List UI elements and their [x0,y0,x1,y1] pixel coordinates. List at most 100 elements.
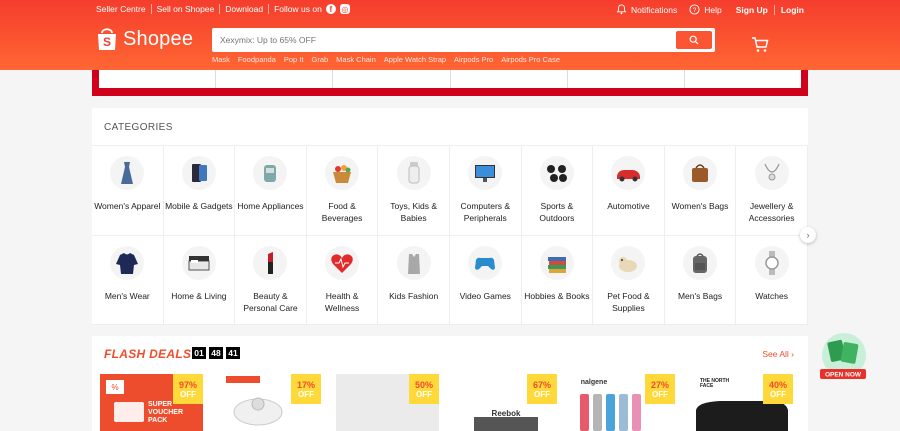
keyword-link[interactable]: Airpods Pro [454,55,493,64]
category-label: Men's Wear [104,291,150,301]
search-input[interactable] [212,28,672,52]
backpack-icon [683,246,718,280]
category-item[interactable]: Automotive [593,146,665,236]
sign-up-link[interactable]: Sign Up [736,5,768,15]
category-item[interactable]: Home & Living [163,236,236,325]
category-item[interactable]: Hobbies & Books [521,236,594,325]
flash-deal-item[interactable]: THE NORTH FACE 40% OFF [690,374,793,431]
discount-badge: 40% OFF [763,374,793,404]
categories-next-button[interactable]: › [800,227,816,243]
category-label: Women's Bags [671,201,729,211]
top-bar: Seller Centre Sell on Shopee Download Fo… [0,0,900,18]
category-item[interactable]: Computers & Peripherals [449,146,522,236]
flash-deal-item[interactable]: 50% OFF [336,374,439,431]
discount-badge: 27% OFF [645,374,675,404]
monitor-icon [468,156,503,190]
keyword-link[interactable]: Airpods Pro Case [501,55,560,64]
flash-deals-list: % SUPER VOUCHER PACK 97% OFF 17% OFF 50% OF… [100,374,808,431]
category-label: Watches [755,291,789,301]
login-link[interactable]: Login [781,5,804,15]
category-label: Pet Food & Supplies [607,291,650,313]
shopee-bag-icon: S [98,28,116,50]
category-label: Sports & Outdoors [539,201,575,223]
sweater-icon [110,246,145,280]
keyword-link[interactable]: Mask [212,55,230,64]
baby-bottle-icon [396,156,431,190]
category-item[interactable]: Mobile & Gadgets [163,146,236,236]
keyword-link[interactable]: Apple Watch Strap [384,55,446,64]
category-item[interactable]: Food & Beverages [306,146,379,236]
svg-text:VOUCHER: VOUCHER [148,409,183,416]
banner-cell [216,70,334,88]
countdown-timer: 01 48 41 [192,347,243,359]
category-item[interactable]: Beauty & Personal Care [235,236,307,325]
category-item[interactable]: Kids Fashion [378,236,450,325]
bell-icon [616,4,627,15]
seller-centre-link[interactable]: Seller Centre [96,4,146,14]
promo-banner[interactable] [92,70,808,96]
category-item[interactable]: Pet Food & Supplies [593,236,665,325]
category-label: Hobbies & Books [524,291,590,301]
shopee-logo[interactable]: S Shopee [96,26,193,52]
category-item[interactable]: Toys, Kids & Babies [378,146,450,236]
category-item[interactable]: Women's Bags [664,146,737,236]
category-label: Computers & Peripherals [460,201,511,223]
categories-title: CATEGORIES [104,122,173,133]
category-item[interactable]: Men's Bags [664,236,737,325]
open-app-floating-button[interactable]: OPEN NOW [820,333,868,381]
flash-deals-title: FLASH DEALS [104,347,192,361]
category-item[interactable]: Health & Wellness [306,236,379,325]
heart-icon [325,246,360,280]
category-item[interactable]: Women's Apparel [92,146,164,236]
keyword-link[interactable]: Mask Chain [336,55,376,64]
search-bar [212,28,715,52]
keyword-link[interactable]: Pop It [284,55,304,64]
flash-deal-item[interactable]: Reebok 67% OFF [454,374,557,431]
banner-cell [568,70,685,88]
flash-deal-item[interactable]: 17% OFF [218,374,321,431]
books-icon [539,246,574,280]
keyword-link[interactable]: Foodpanda [238,55,276,64]
discount-badge: 97% OFF [173,374,203,404]
dog-icon [611,246,646,280]
flash-deals-section: FLASH DEALS 01 48 41 See All › % SUPER V… [92,336,808,431]
see-all-link[interactable]: See All › [762,349,794,359]
cart-icon[interactable] [750,34,770,54]
download-link[interactable]: Download [225,4,263,14]
help-link[interactable]: ? Help [689,4,722,15]
category-label: Food & Beverages [321,201,363,223]
category-item[interactable]: Men's Wear [92,236,164,325]
discount-badge: 17% OFF [291,374,321,404]
gamepad-icon [468,246,503,280]
category-item[interactable]: Jewellery & Accessories [736,146,808,236]
flash-deal-item[interactable]: nalgene 27% OFF [572,374,675,431]
banner-cell [99,70,217,88]
category-item[interactable]: Watches [736,236,808,325]
categories-grid: Women's Apparel Mobile & Gadgets Home Appl… [92,145,808,325]
necklace-icon [754,156,789,190]
instagram-icon[interactable]: ◎ [339,4,350,14]
flash-deal-item[interactable]: % SUPER VOUCHER PACK 97% OFF [100,374,203,431]
bed-icon [181,246,216,280]
category-label: Women's Apparel [94,201,161,211]
keyword-link[interactable]: Grab [311,55,328,64]
facebook-icon[interactable]: f [325,4,336,14]
category-item[interactable]: Home Appliances [235,146,307,236]
category-item[interactable]: Video Games [449,236,522,325]
lipstick-icon [253,246,288,280]
phone-icon [181,156,216,190]
appliance-icon [253,156,288,190]
category-label: Toys, Kids & Babies [390,201,438,223]
header: Seller Centre Sell on Shopee Download Fo… [0,0,900,70]
category-label: Men's Bags [677,291,723,301]
notifications-link[interactable]: Notifications [616,4,677,15]
category-label: Mobile & Gadgets [165,201,233,211]
sell-on-shopee-link[interactable]: Sell on Shopee [157,4,215,14]
discount-badge: 50% OFF [409,374,439,404]
category-label: Kids Fashion [389,291,439,301]
kids-outfit-icon [396,246,431,280]
svg-text:PACK: PACK [148,417,167,424]
search-button[interactable] [676,31,712,49]
watch-icon [754,246,789,280]
category-item[interactable]: Sports & Outdoors [521,146,594,236]
